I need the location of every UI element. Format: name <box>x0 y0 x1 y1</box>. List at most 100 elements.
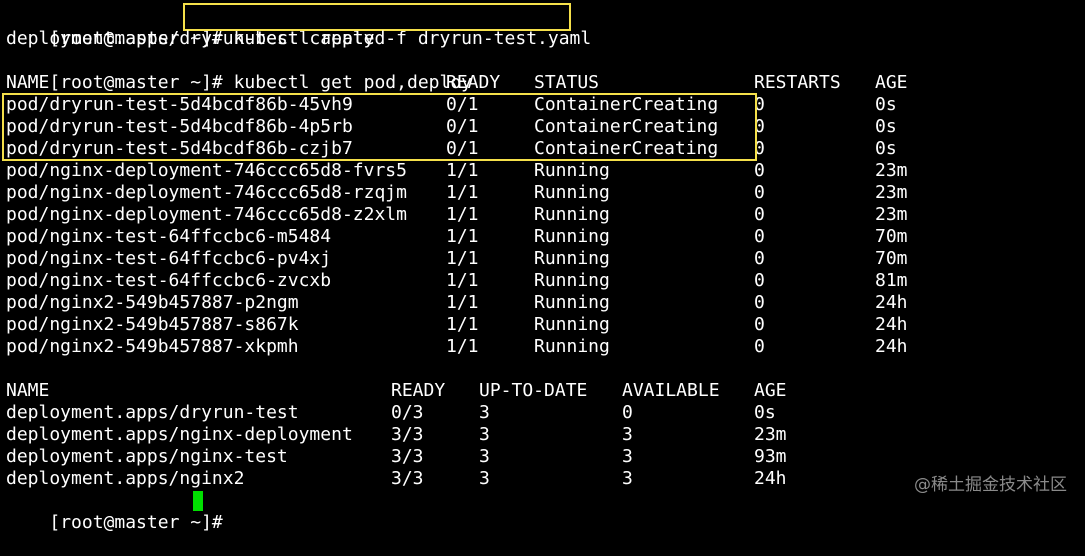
deployment-row-cell: 23m <box>754 424 787 445</box>
table-header-cell: NAME <box>6 380 50 401</box>
pod-row: pod/nginx-test-64ffccbc6-zvcxb 1/1 Running… <box>0 270 1085 292</box>
pod-row-cell: 1/1 <box>446 292 479 313</box>
command-line-2: [root@master ~]# kubectl get pod,deploy <box>6 50 472 93</box>
pod-row-cell: Running <box>534 248 610 269</box>
deployment-row-cell: 0/3 <box>391 402 424 423</box>
pod-row: pod/nginx-deployment-746ccc65d8-rzqjm 1/1… <box>0 182 1085 204</box>
command-highlight-box <box>183 3 571 31</box>
pod-row-cell: 0 <box>754 270 765 291</box>
pod-row-cell: 24h <box>875 336 908 357</box>
deployment-row-cell: deployment.apps/nginx-test <box>6 446 288 467</box>
pod-row-cell: Running <box>534 182 610 203</box>
pod-row-cell: 0s <box>875 138 897 159</box>
deployment-row-cell: deployment.apps/dryrun-test <box>6 402 299 423</box>
pod-row-cell: 24h <box>875 292 908 313</box>
command-output-line: deployment.apps/dryrun-test created <box>6 28 386 49</box>
pod-row-cell: 0 <box>754 314 765 335</box>
pod-row-cell: 0 <box>754 204 765 225</box>
pod-row-cell: 1/1 <box>446 314 479 335</box>
pod-row-cell: Running <box>534 314 610 335</box>
table-header-cell: AGE <box>754 380 787 401</box>
pod-row-cell: pod/nginx2-549b457887-s867k <box>6 314 299 335</box>
pod-row-cell: pod/nginx-test-64ffccbc6-m5484 <box>6 226 332 247</box>
pod-row-cell: Running <box>534 270 610 291</box>
pod-row-cell: 70m <box>875 226 908 247</box>
deployment-row-cell: 3 <box>479 424 490 445</box>
pod-row-cell: pod/nginx-deployment-746ccc65d8-rzqjm <box>6 182 407 203</box>
pod-row-cell: 23m <box>875 204 908 225</box>
table-header-cell: AVAILABLE <box>622 380 720 401</box>
deployment-row: deployment.apps/nginx-test 3/3 3 3 93m <box>0 446 1085 468</box>
pod-row-cell: 0s <box>875 116 897 137</box>
pod-row-cell: 1/1 <box>446 204 479 225</box>
deployment-row-cell: 0 <box>622 402 633 423</box>
shell-prompt: [root@master ~]# <box>49 512 234 533</box>
deployment-row-cell: 3 <box>622 468 633 489</box>
pod-row-cell: 1/1 <box>446 270 479 291</box>
deployment-row-cell: 3 <box>622 424 633 445</box>
pod-row-cell: pod/nginx-deployment-746ccc65d8-fvrs5 <box>6 160 407 181</box>
deployment-row-cell: 3/3 <box>391 446 424 467</box>
pod-row: pod/nginx-deployment-746ccc65d8-z2xlm 1/1… <box>0 204 1085 226</box>
table-header: NAME READY UP-TO-DATE AVAILABLE AGE <box>0 380 1085 402</box>
deployment-row-cell: 3 <box>479 402 490 423</box>
deployment-row-cell: deployment.apps/nginx-deployment <box>6 424 353 445</box>
pod-row-cell: 70m <box>875 248 908 269</box>
pod-row-cell: 1/1 <box>446 248 479 269</box>
deployment-row-cell: deployment.apps/nginx2 <box>6 468 245 489</box>
deployment-row: deployment.apps/dryrun-test 0/3 3 0 0s <box>0 402 1085 424</box>
pod-row-cell: 1/1 <box>446 226 479 247</box>
table-header-cell: READY <box>446 72 501 93</box>
pod-row-cell: 1/1 <box>446 182 479 203</box>
pod-row-cell: 0 <box>754 182 765 203</box>
pod-row-cell: Running <box>534 226 610 247</box>
pod-row-cell: 1/1 <box>446 160 479 181</box>
pod-row-cell: Running <box>534 160 610 181</box>
pod-row-cell: 81m <box>875 270 908 291</box>
table-header-cell: RESTARTS <box>754 72 841 93</box>
deployment-row: deployment.apps/nginx-deployment 3/3 3 3 23m <box>0 424 1085 446</box>
table-header-cell: STATUS <box>534 72 600 93</box>
pod-row: pod/nginx2-549b457887-s867k 1/1 Running 0 24… <box>0 314 1085 336</box>
table-header-cell: AGE <box>875 72 908 93</box>
deployment-row-cell: 24h <box>754 468 787 489</box>
deployment-row-cell: 0s <box>754 402 776 423</box>
pod-row-cell: 0 <box>754 292 765 313</box>
pod-row-cell: 0s <box>875 94 897 115</box>
pod-row-cell: 23m <box>875 160 908 181</box>
pod-row-cell: pod/nginx2-549b457887-xkpmh <box>6 336 299 357</box>
table-header-cell: UP-TO-DATE <box>479 380 588 401</box>
watermark-text: @稀土掘金技术社区 <box>914 475 1067 495</box>
terminal-cursor <box>193 491 203 511</box>
pod-row-cell: 24h <box>875 314 908 335</box>
pod-row-cell: Running <box>534 336 610 357</box>
deployment-row-cell: 3 <box>622 446 633 467</box>
pod-row: pod/nginx-test-64ffccbc6-m5484 1/1 Running… <box>0 226 1085 248</box>
pod-row-cell: Running <box>534 204 610 225</box>
deployment-row-cell: 3/3 <box>391 424 424 445</box>
pod-row-cell: 0 <box>754 160 765 181</box>
deployment-row-cell: 3 <box>479 446 490 467</box>
pod-row-cell: pod/nginx2-549b457887-p2ngm <box>6 292 299 313</box>
table-header: NAME READY STATUS RESTARTS AGE <box>0 72 1085 94</box>
pod-row: pod/nginx2-549b457887-xkpmh 1/1 Running 0 24… <box>0 336 1085 358</box>
pods-highlight-box <box>2 93 757 161</box>
pod-row-cell: 23m <box>875 182 908 203</box>
table-header-cell: READY <box>391 380 446 401</box>
pod-row-cell: 1/1 <box>446 336 479 357</box>
pod-row-cell: 0 <box>754 248 765 269</box>
terminal-window[interactable]: [root@master ~]# kubectl apply -f dryrun… <box>0 0 1085 533</box>
pod-row-cell: pod/nginx-test-64ffccbc6-zvcxb <box>6 270 332 291</box>
pod-row-cell: Running <box>534 292 610 313</box>
pod-row: pod/nginx2-549b457887-p2ngm 1/1 Running 0 24… <box>0 292 1085 314</box>
table-header-cell: NAME <box>6 72 50 93</box>
deployment-row-cell: 3 <box>479 468 490 489</box>
pod-row-cell: pod/nginx-deployment-746ccc65d8-z2xlm <box>6 204 407 225</box>
pod-row: pod/nginx-test-64ffccbc6-pv4xj 1/1 Running… <box>0 248 1085 270</box>
pod-row-cell: 0 <box>754 336 765 357</box>
pod-row-cell: 0 <box>754 226 765 247</box>
pod-row: pod/nginx-deployment-746ccc65d8-fvrs5 1/1… <box>0 160 1085 182</box>
deployment-row-cell: 3/3 <box>391 468 424 489</box>
pod-row-cell: pod/nginx-test-64ffccbc6-pv4xj <box>6 248 332 269</box>
deployment-row-cell: 93m <box>754 446 787 467</box>
